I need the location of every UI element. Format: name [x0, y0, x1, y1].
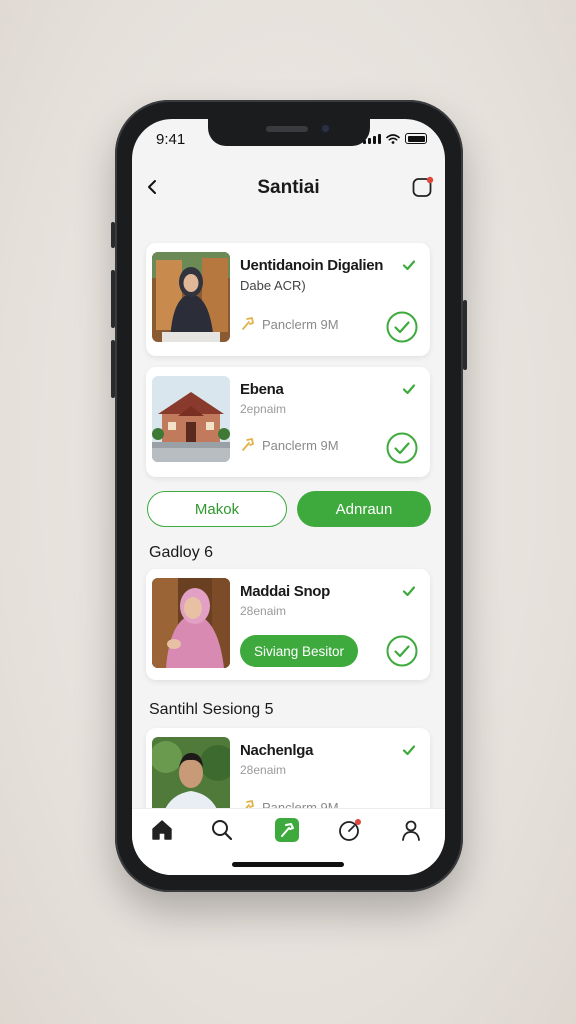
adnraun-button[interactable]: Adnraun	[297, 491, 431, 527]
search-icon[interactable]	[209, 817, 235, 843]
item-action-button[interactable]: Siviang Besitor	[240, 635, 359, 667]
section-heading: Santihl Sesiong 5	[149, 701, 274, 718]
item-title: Ebena	[240, 381, 284, 398]
item-title: Maddai Snop	[240, 583, 331, 600]
speaker	[266, 126, 308, 132]
volume-up-button	[111, 270, 115, 328]
wifi-icon	[386, 133, 400, 144]
building-photo	[152, 376, 230, 462]
item-subtitle: Dabe ACR)	[240, 278, 306, 293]
page-title: Santiai	[257, 177, 320, 198]
hammer-icon[interactable]	[274, 817, 300, 843]
item-meta: Panclerm 9M	[240, 316, 339, 332]
check-circle-icon[interactable]	[386, 311, 418, 343]
home-indicator	[232, 862, 344, 867]
item-title: Uentidanoin Digalien	[240, 257, 384, 274]
list-item[interactable]: Ebena 2epnaim Panclerm 9M	[146, 367, 430, 477]
check-circle-icon[interactable]	[386, 635, 418, 667]
item-title: Nachenlga	[240, 742, 314, 759]
checkmark-icon	[402, 745, 416, 756]
item-meta-text: Panclerm 9M	[262, 316, 339, 332]
item-subtitle: 28enaim	[240, 604, 287, 618]
item-meta-text: Panclerm 9M	[262, 437, 339, 453]
checkmark-icon	[402, 384, 416, 395]
battery-icon	[405, 133, 427, 144]
check-circle-icon[interactable]	[386, 432, 418, 464]
phone-frame: 9:41 Santiai Uentidanoin Digalien Dabe A…	[111, 100, 467, 892]
item-meta: Panclerm 9M	[240, 437, 339, 453]
section-heading: Gadloy 6	[149, 544, 214, 561]
front-camera	[320, 123, 331, 134]
tab-bar	[132, 808, 445, 875]
profile-icon[interactable]	[398, 817, 424, 843]
item-subtitle: 2epnaim	[240, 402, 287, 416]
list-item[interactable]: Uentidanoin Digalien Dabe ACR) Panclerm …	[146, 243, 430, 356]
power-button	[463, 300, 467, 370]
list-item[interactable]: Maddai Snop 28enaim Siviang Besitor	[146, 569, 430, 680]
checkmark-icon	[402, 586, 416, 597]
navigation-bar: Santiai	[132, 171, 445, 207]
hammer-icon	[242, 438, 254, 451]
status-time: 9:41	[156, 131, 186, 148]
notch	[208, 119, 370, 146]
mute-switch	[111, 222, 115, 248]
makok-button[interactable]: Makok	[147, 491, 287, 527]
hammer-icon	[242, 317, 254, 330]
app-screen: 9:41 Santiai Uentidanoin Digalien Dabe A…	[132, 119, 445, 875]
status-icons	[363, 133, 427, 144]
signal-icon	[363, 133, 381, 144]
notification-icon[interactable]	[411, 175, 435, 199]
home-icon[interactable]	[149, 817, 175, 843]
checkmark-icon	[402, 260, 416, 271]
person-photo	[152, 252, 230, 342]
bell-icon[interactable]	[337, 817, 363, 843]
person-photo	[152, 578, 230, 668]
item-subtitle: 28enaim	[240, 763, 287, 777]
volume-down-button	[111, 340, 115, 398]
